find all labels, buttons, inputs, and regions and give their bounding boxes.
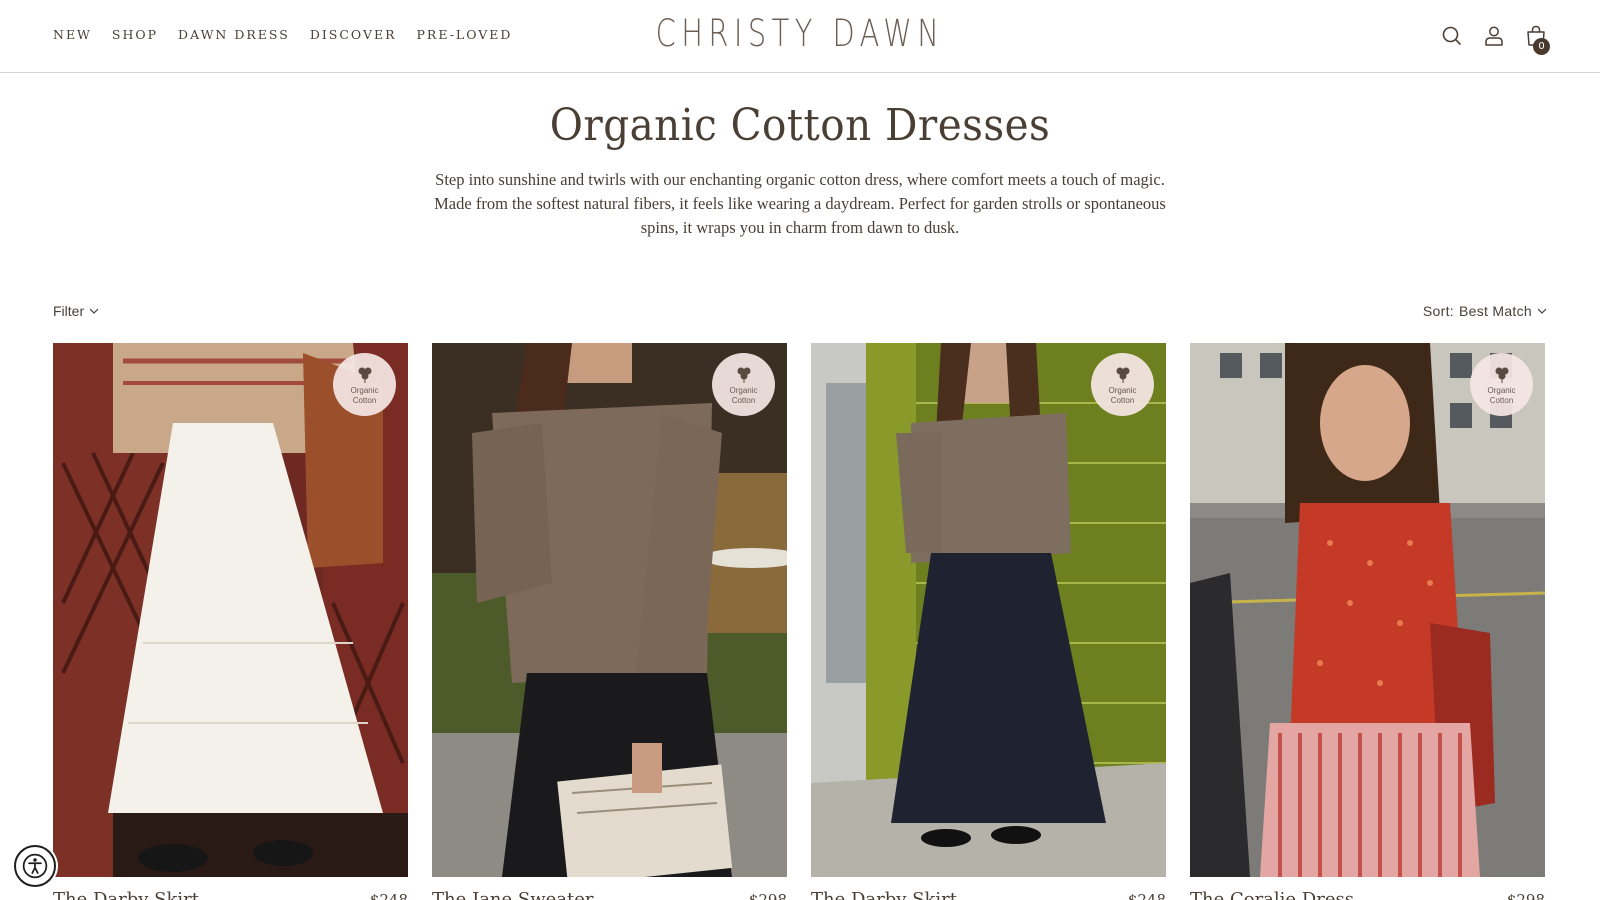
chevron-down-icon: [1537, 308, 1547, 314]
cotton-flower-icon: [737, 367, 750, 383]
brand-logo[interactable]: CHRISTY DAWN: [176, 12, 1424, 55]
product-image[interactable]: Organic Cotton: [53, 343, 408, 877]
badge-line: Cotton: [352, 395, 377, 405]
search-icon[interactable]: [1440, 24, 1464, 48]
cotton-flower-icon: [1495, 367, 1508, 383]
accessibility-button[interactable]: [14, 845, 56, 887]
product-name[interactable]: The Jane Sweater: [432, 889, 594, 900]
site-header: NEW SHOP DAWN DRESS DISCOVER PRE-LOVED C…: [0, 0, 1600, 73]
organic-cotton-badge: Organic Cotton: [1091, 353, 1154, 416]
badge-line: Organic: [729, 385, 758, 395]
product-meta: The Darby Skirt $248: [811, 889, 1166, 900]
header-icons: 0: [1440, 24, 1550, 55]
filter-label: Filter: [53, 303, 85, 319]
product-card[interactable]: Organic Cotton The Darby Skirt $248: [811, 343, 1166, 900]
badge-line: Organic: [350, 385, 379, 395]
badge-line: Organic: [1487, 385, 1516, 395]
product-card[interactable]: Organic Cotton The Coralie Dress $298: [1190, 343, 1545, 900]
badge-line: Cotton: [731, 395, 756, 405]
product-meta: The Jane Sweater $298: [432, 889, 787, 900]
product-image[interactable]: Organic Cotton: [811, 343, 1166, 877]
accessibility-icon: [22, 853, 48, 879]
cart-icon[interactable]: 0: [1524, 24, 1550, 55]
product-meta: The Darby Skirt $248: [53, 889, 408, 900]
product-name[interactable]: The Coralie Dress: [1190, 889, 1354, 900]
product-price: $298: [1506, 891, 1545, 900]
cotton-flower-icon: [1116, 367, 1129, 383]
filter-button[interactable]: Filter: [53, 303, 99, 319]
product-grid: Organic Cotton The Darby Skirt $248 Orga…: [53, 343, 1547, 900]
organic-cotton-badge: Organic Cotton: [1470, 353, 1533, 416]
badge-line: Cotton: [1110, 395, 1135, 405]
badge-line: Cotton: [1489, 395, 1514, 405]
organic-cotton-badge: Organic Cotton: [712, 353, 775, 416]
page-title: Organic Cotton Dresses: [549, 100, 1051, 151]
nav-new[interactable]: NEW: [53, 27, 92, 42]
sort-value: Best Match: [1458, 303, 1532, 319]
product-price: $248: [369, 891, 408, 900]
product-meta: The Coralie Dress $298: [1190, 889, 1545, 900]
page-description: Step into sunshine and twirls with our e…: [400, 168, 1200, 240]
cart-count-badge: 0: [1533, 38, 1550, 55]
product-image[interactable]: Organic Cotton: [1190, 343, 1545, 877]
product-card[interactable]: Organic Cotton The Jane Sweater $298: [432, 343, 787, 900]
sort-label: Sort:: [1422, 303, 1454, 319]
sort-dropdown[interactable]: Sort: Best Match: [1423, 303, 1547, 319]
product-image[interactable]: Organic Cotton: [432, 343, 787, 877]
product-price: $248: [1127, 891, 1166, 900]
product-price: $298: [748, 891, 787, 900]
cotton-flower-icon: [358, 367, 371, 383]
organic-cotton-badge: Organic Cotton: [333, 353, 396, 416]
product-name[interactable]: The Darby Skirt: [53, 889, 199, 900]
description-line: spins, it wraps you in charm from dawn t…: [640, 218, 960, 237]
description-line: Step into sunshine and twirls with our e…: [435, 170, 1165, 189]
account-icon[interactable]: [1482, 24, 1506, 48]
chevron-down-icon: [89, 308, 99, 314]
description-line: Made from the softest natural fibers, it…: [434, 194, 1166, 213]
badge-line: Organic: [1108, 385, 1137, 395]
product-card[interactable]: Organic Cotton The Darby Skirt $248: [53, 343, 408, 900]
nav-shop[interactable]: SHOP: [112, 27, 158, 42]
product-name[interactable]: The Darby Skirt: [811, 889, 957, 900]
